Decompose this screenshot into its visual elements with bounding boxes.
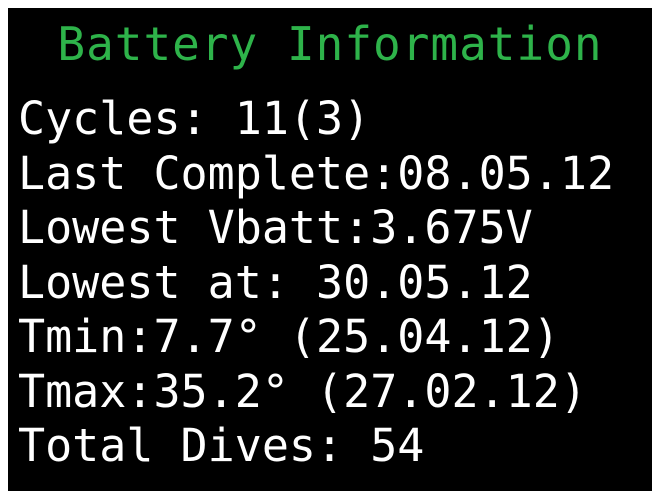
screen-title: Battery Information [57,17,603,71]
last-complete-line: Last Complete:08.05.12 [18,146,615,200]
tmax-line: Tmax:35.2° (27.02.12) [18,364,587,418]
total-dives-line: Total Dives: 54 [18,419,425,472]
battery-info-list: Cycles: 11(3) Last Complete:08.05.12 Low… [18,92,614,474]
lowest-vbatt-line: Lowest Vbatt:3.675V [18,201,533,254]
device-display: Battery Information Cycles: 11(3) Last C… [8,8,652,491]
tmin-line: Tmin:7.7° (25.04.12) [18,310,560,363]
cycles-line: Cycles: 11(3) [18,92,371,145]
lowest-at-line: Lowest at: 30.05.12 [18,255,533,309]
